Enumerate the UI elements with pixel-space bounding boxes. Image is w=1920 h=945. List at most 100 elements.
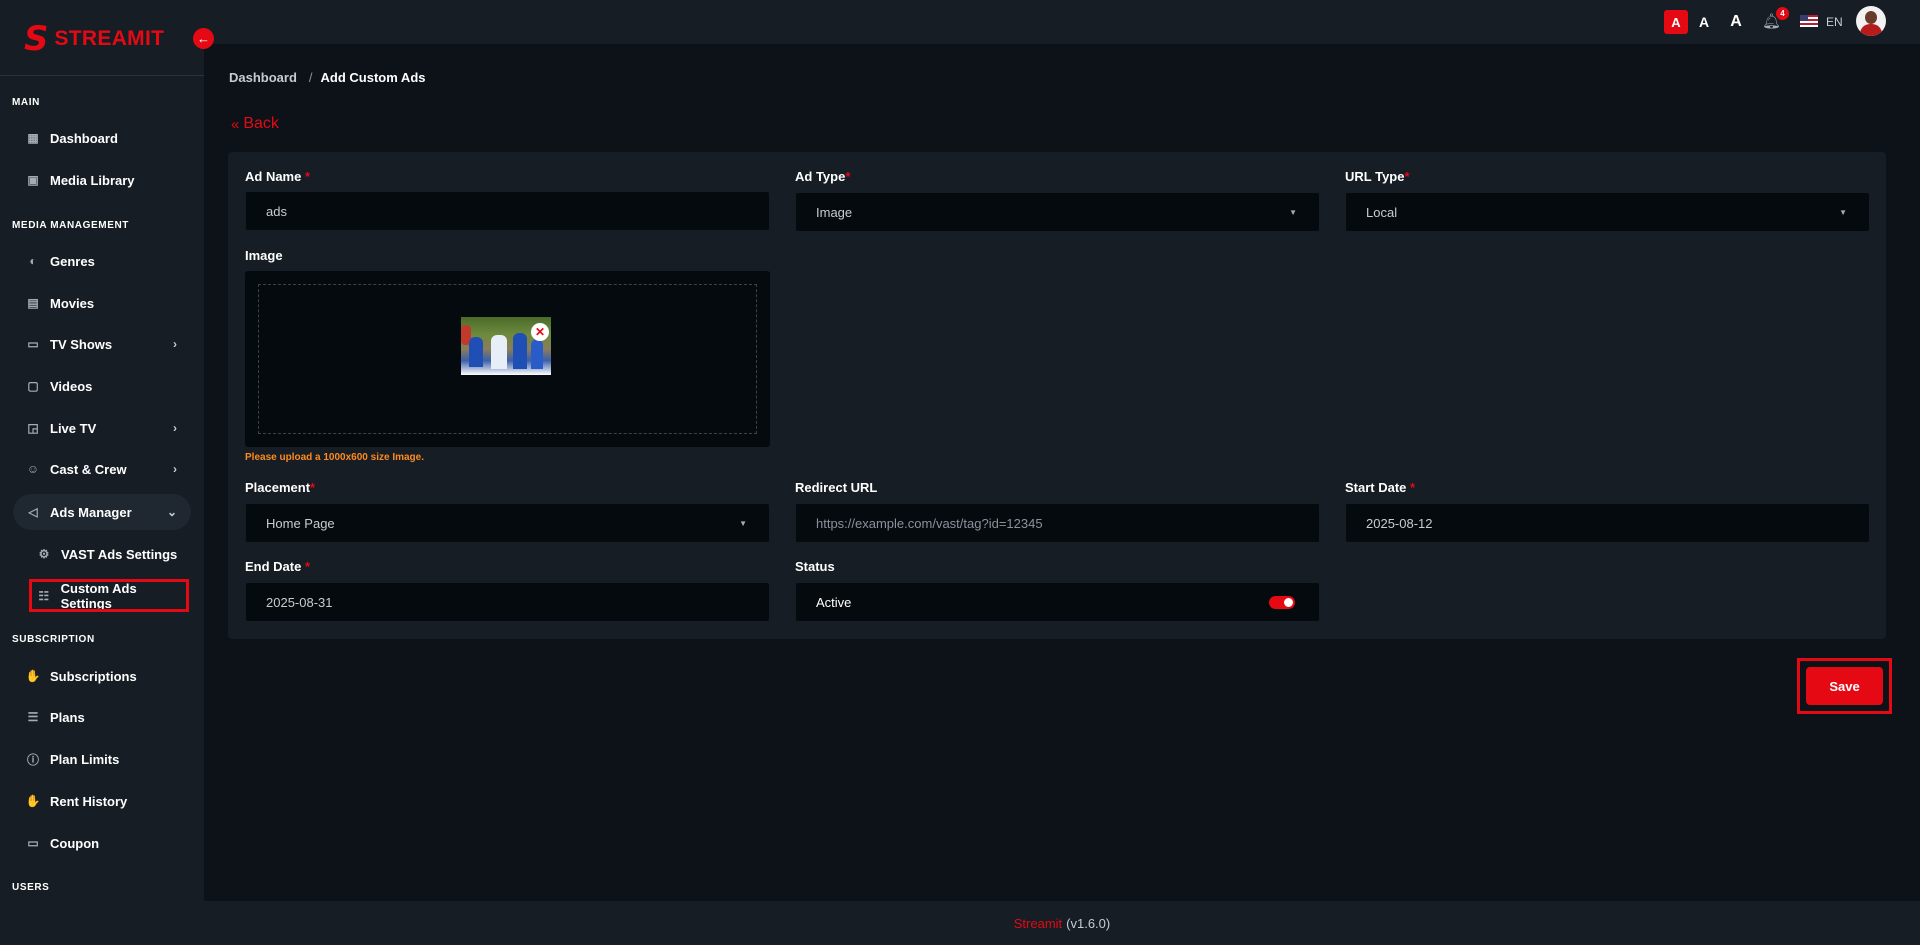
back-link[interactable]: « Back <box>231 115 279 133</box>
sidebar-item-live-tv[interactable]: ◲ Live TV › <box>13 410 191 446</box>
required-mark: * <box>1410 480 1416 495</box>
sidebar-item-label: Dashboard <box>50 130 118 146</box>
chevron-right-icon: › <box>173 337 177 351</box>
font-size-medium-button[interactable]: A <box>1692 10 1716 34</box>
topbar <box>204 0 1920 44</box>
url-type-label-text: URL Type <box>1345 169 1405 184</box>
sidebar-item-label: Movies <box>50 295 95 311</box>
end-date-label: End Date * <box>245 559 310 574</box>
sidebar-item-custom-ads-settings[interactable]: ☷ Custom Ads Settings <box>29 579 189 612</box>
ad-type-label-text: Ad Type <box>795 169 846 184</box>
breadcrumb-dashboard-link[interactable]: Dashboard <box>229 70 297 85</box>
save-button-highlight: Save <box>1797 658 1892 714</box>
preview-figure <box>531 339 543 369</box>
sidebar-item-label: Plan Limits <box>50 751 120 767</box>
preview-figure <box>469 337 483 367</box>
sidebar-item-ads-manager[interactable]: ◁ Ads Manager ⌄ <box>13 494 191 530</box>
sidebar-item-label: Rent History <box>50 793 128 809</box>
breadcrumb-current: Add Custom Ads <box>320 70 426 85</box>
sidebar-divider <box>0 75 204 76</box>
image-label: Image <box>245 248 283 263</box>
sidebar-item-subscriptions[interactable]: ✋ Subscriptions <box>13 658 191 694</box>
save-button[interactable]: Save <box>1806 667 1883 705</box>
image-icon: ▣ <box>27 173 39 187</box>
start-date-input[interactable]: 2025-08-12 <box>1345 503 1870 543</box>
font-size-small-button[interactable]: A <box>1664 10 1688 34</box>
image-upload-area[interactable]: ✕ <box>245 271 770 447</box>
placement-select[interactable]: Home Page ▼ <box>245 503 770 543</box>
url-type-label: URL Type* <box>1345 169 1410 184</box>
breadcrumb: Dashboard / Add Custom Ads <box>229 70 426 85</box>
sidebar-item-videos[interactable]: ▢ Videos <box>13 368 191 404</box>
required-mark: * <box>304 559 311 574</box>
sidebar-item-coupon[interactable]: ▭ Coupon <box>13 825 191 861</box>
sidebar-item-label: Media Library <box>50 172 135 188</box>
arrow-left-icon: ← <box>197 31 210 46</box>
breadcrumb-separator: / <box>308 70 313 85</box>
avatar-head <box>1865 11 1877 24</box>
sidebar-item-label: Custom Ads Settings <box>60 580 137 611</box>
sidebar-item-rent-history[interactable]: ✋ Rent History <box>13 783 191 819</box>
users-icon: ☺ <box>26 462 40 476</box>
sidebar-item-plan-limits[interactable]: ⓘ Plan Limits <box>13 741 191 777</box>
ad-name-input[interactable]: ads <box>245 191 770 231</box>
ad-type-label: Ad Type* <box>795 169 850 184</box>
sidebar: S STREAMIT MAIN ▦ Dashboard ▣ Media Libr… <box>0 0 204 945</box>
brand-logo[interactable]: S STREAMIT <box>24 22 164 56</box>
film-icon: ▤ <box>27 296 39 310</box>
caret-down-icon: ▼ <box>739 518 747 528</box>
status-toggle[interactable] <box>1269 595 1295 609</box>
sidebar-item-vast-ads-settings[interactable]: ⚙ VAST Ads Settings <box>30 536 190 572</box>
ad-name-label: Ad Name * <box>245 169 310 184</box>
us-flag-icon[interactable] <box>1800 15 1818 27</box>
end-date-input[interactable]: 2025-08-31 <box>245 582 770 622</box>
tv-icon: ▭ <box>27 337 39 351</box>
avatar-body <box>1860 24 1882 36</box>
redirect-url-input[interactable]: https://example.com/vast/tag?id=12345 <box>795 503 1320 543</box>
section-main: MAIN <box>12 97 40 108</box>
footer: Streamit (v1.6.0) <box>204 901 1920 945</box>
sidebar-item-label: TV Shows <box>50 336 113 352</box>
status-value: Active <box>816 594 852 610</box>
sidebar-collapse-button[interactable]: ← <box>193 28 214 49</box>
sidebar-item-genres[interactable]: ◐ Genres <box>13 243 191 279</box>
sidebar-item-media-library[interactable]: ▣ Media Library <box>13 162 191 198</box>
notification-badge: 4 <box>1776 7 1789 20</box>
megaphone-icon: ◁ <box>28 505 38 519</box>
gear-icon: ⚙ <box>38 547 50 561</box>
url-type-value: Local <box>1366 204 1398 220</box>
placement-value: Home Page <box>266 515 335 531</box>
page-scrollbar[interactable] <box>1906 44 1920 901</box>
required-mark: * <box>1404 169 1410 184</box>
start-date-label-text: Start Date <box>1345 480 1407 495</box>
sidebar-item-dashboard[interactable]: ▦ Dashboard <box>13 120 191 156</box>
ticket-icon: ▭ <box>27 836 39 850</box>
font-size-large-button[interactable]: A <box>1724 10 1748 34</box>
chevron-right-icon: › <box>173 462 177 476</box>
status-label: Status <box>795 559 835 574</box>
sliders-icon: ☷ <box>38 588 50 603</box>
back-label: Back <box>243 115 279 132</box>
grid-icon: ▦ <box>27 131 39 145</box>
language-selector[interactable]: EN <box>1826 15 1843 29</box>
redirect-url-label: Redirect URL <box>795 480 878 495</box>
status-field: Active <box>795 582 1320 622</box>
sidebar-item-tv-shows[interactable]: ▭ TV Shows › <box>13 326 191 362</box>
ad-type-select[interactable]: Image ▼ <box>795 192 1320 232</box>
sidebar-item-plans[interactable]: ☰ Plans <box>13 699 191 735</box>
end-date-label-text: End Date <box>245 559 302 574</box>
hand-icon: ✋ <box>25 794 41 808</box>
section-media-management: MEDIA MANAGEMENT <box>12 220 130 231</box>
start-date-label: Start Date * <box>1345 480 1415 495</box>
sidebar-item-cast-crew[interactable]: ☺ Cast & Crew › <box>13 451 191 487</box>
required-mark: * <box>845 169 851 184</box>
sidebar-item-movies[interactable]: ▤ Movies <box>13 285 191 321</box>
sidebar-item-label: Coupon <box>50 835 100 851</box>
section-subscription: SUBSCRIPTION <box>12 634 95 645</box>
cast-icon: ◲ <box>27 421 39 435</box>
remove-image-icon[interactable]: ✕ <box>531 323 549 341</box>
url-type-select[interactable]: Local ▼ <box>1345 192 1870 232</box>
preview-figure <box>491 335 507 369</box>
avatar[interactable] <box>1856 6 1886 36</box>
footer-brand-link[interactable]: Streamit <box>1014 916 1062 931</box>
